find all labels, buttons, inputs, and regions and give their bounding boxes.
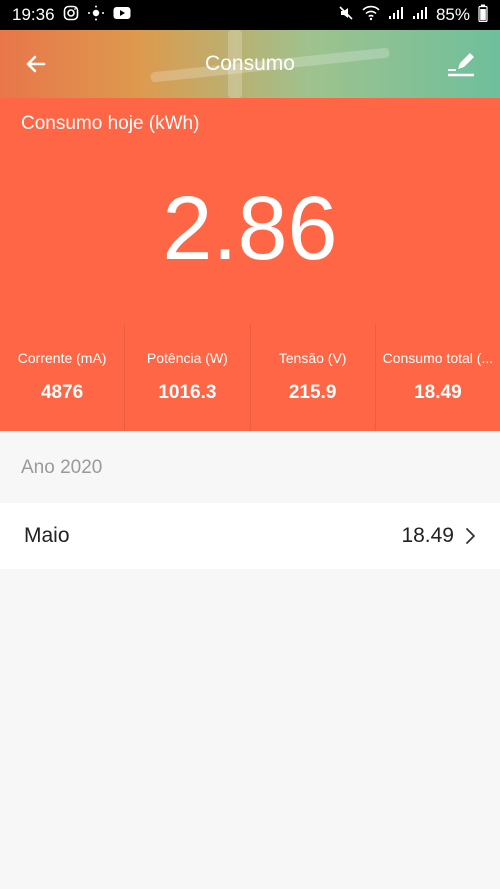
- edit-button[interactable]: [444, 48, 478, 80]
- brightness-icon: [87, 5, 105, 26]
- status-left: 19:36: [12, 5, 131, 26]
- stat-power: Potência (W) 1016.3: [124, 324, 249, 431]
- stat-value: 18.49: [414, 382, 462, 403]
- stat-label: Potência (W): [146, 350, 228, 366]
- stat-value: 4876: [40, 382, 84, 403]
- mute-icon: [338, 5, 354, 26]
- year-section-header: Ano 2020: [21, 457, 103, 478]
- youtube-icon: [113, 5, 131, 25]
- today-consumption-panel: Consumo hoje (kWh) 2.86: [0, 98, 500, 324]
- stat-value: 215.9: [288, 382, 337, 403]
- app-bar: Consumo: [0, 30, 500, 98]
- status-right: 85%: [338, 4, 488, 27]
- signal-icon-2: [412, 5, 428, 25]
- today-consumption-label: Consumo hoje (kWh): [21, 113, 200, 134]
- battery-icon: [478, 4, 488, 27]
- stats-row: Corrente (mA) 4876 Potência (W) 1016.3 T…: [0, 324, 500, 431]
- list-item-month[interactable]: Maio 18.49: [0, 503, 500, 569]
- signal-icon: [388, 5, 404, 25]
- battery-text: 85%: [435, 5, 470, 24]
- status-bar: 19:36 85%: [0, 0, 500, 30]
- instagram-icon: [63, 5, 79, 26]
- stat-label: Consumo total (...: [382, 350, 494, 366]
- stat-label: Tensão (V): [278, 350, 347, 366]
- month-right: 18.49: [401, 524, 476, 548]
- stat-value: 1016.3: [158, 382, 217, 403]
- arrow-left-icon: [26, 55, 46, 73]
- today-consumption-value: 2.86: [162, 179, 338, 279]
- wifi-icon: [362, 5, 380, 26]
- month-value: 18.49: [401, 524, 454, 547]
- stat-voltage: Tensão (V) 215.9: [249, 324, 375, 431]
- page-title: Consumo: [205, 52, 295, 75]
- back-button[interactable]: [20, 48, 52, 80]
- month-label: Maio: [24, 524, 70, 547]
- status-time: 19:36: [12, 5, 55, 24]
- stat-current: Corrente (mA) 4876: [0, 324, 124, 431]
- stat-total-consumption: Consumo total (... 18.49: [374, 324, 500, 431]
- chevron-right-icon: [466, 528, 475, 544]
- edit-icon: [448, 53, 474, 77]
- stat-label: Corrente (mA): [17, 350, 107, 366]
